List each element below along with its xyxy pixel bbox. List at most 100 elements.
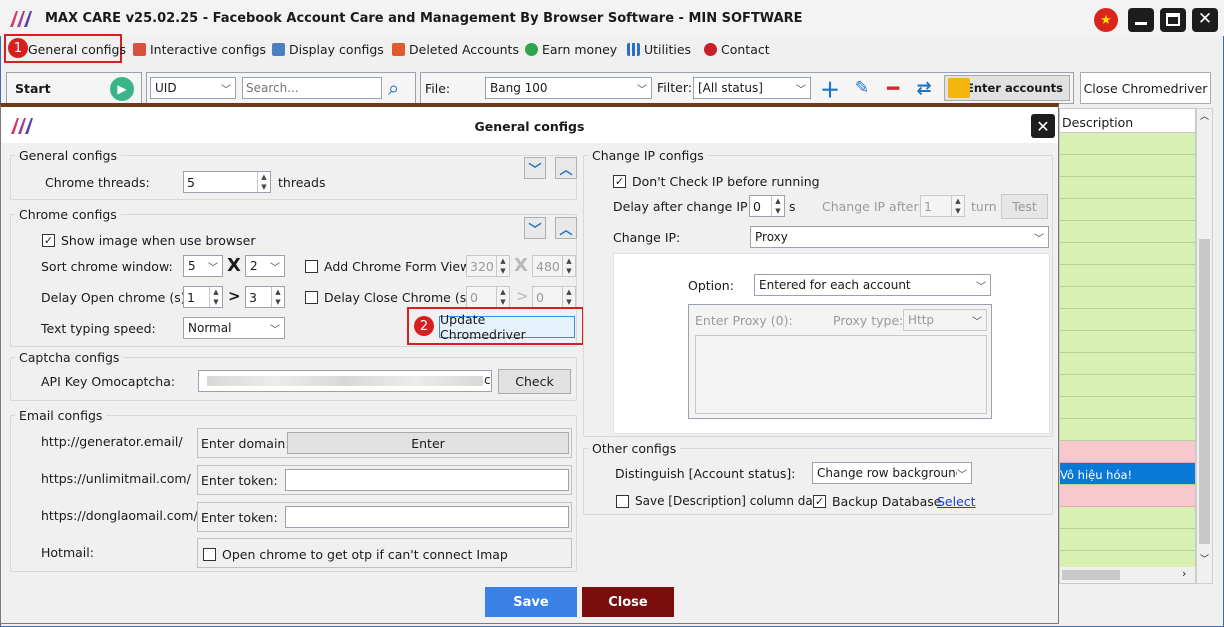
table-row[interactable]: [1060, 331, 1195, 353]
close-chromedriver-button[interactable]: Close Chromedriver: [1080, 72, 1211, 104]
dont-check-ip-checkbox[interactable]: ✓: [613, 175, 626, 188]
spinner-icon[interactable]: ▲ ▼: [562, 256, 575, 276]
table-row-selected[interactable]: Vô hiệu hóa!: [1060, 463, 1195, 485]
blurred-key: [207, 376, 483, 386]
spinner-icon[interactable]: ▲ ▼: [951, 196, 964, 216]
search-icon[interactable]: ⌕: [388, 77, 412, 101]
filter-select[interactable]: [All status] ﹀: [693, 77, 811, 99]
form-width-stepper[interactable]: 320 ▲ ▼: [466, 255, 510, 277]
add-form-view-checkbox[interactable]: [305, 260, 318, 273]
menu-earn-money[interactable]: Earn money: [525, 42, 617, 57]
table-row[interactable]: [1060, 177, 1195, 199]
chevron-right-icon[interactable]: ›: [1182, 567, 1186, 580]
menu-general-configs[interactable]: General configs: [28, 42, 126, 57]
table-row[interactable]: [1060, 287, 1195, 309]
table-row[interactable]: [1060, 199, 1195, 221]
table-row[interactable]: [1060, 243, 1195, 265]
table-row[interactable]: [1060, 221, 1195, 243]
chevron-up-icon[interactable]: ︿: [1198, 109, 1211, 122]
collapse-down-icon[interactable]: ﹀: [524, 157, 546, 179]
uid-select[interactable]: UID ﹀: [150, 77, 236, 99]
sort-cols-select[interactable]: 5 ﹀: [183, 255, 223, 277]
table-row[interactable]: [1060, 507, 1195, 529]
proxy-textarea[interactable]: [695, 335, 987, 414]
option-select[interactable]: Entered for each account ﹀: [754, 274, 991, 296]
refresh-icon[interactable]: ⇄: [911, 75, 937, 101]
donglaomail-token-input[interactable]: [285, 506, 569, 528]
minimize-button[interactable]: [1128, 8, 1154, 32]
spinner-icon[interactable]: ▲ ▼: [562, 287, 575, 307]
vietnam-flag-icon[interactable]: ★: [1094, 8, 1118, 32]
form-height-stepper[interactable]: 480 ▲ ▼: [532, 255, 576, 277]
spinner-icon[interactable]: ▲ ▼: [271, 287, 284, 307]
spinner-icon[interactable]: ▲ ▼: [771, 196, 784, 216]
backup-database-checkbox[interactable]: ✓: [813, 495, 826, 508]
menu-utilities[interactable]: Utilities: [627, 42, 691, 57]
table-row[interactable]: [1060, 419, 1195, 441]
collapse-down-icon[interactable]: ﹀: [524, 217, 546, 239]
change-ip-after-stepper[interactable]: 1 ▲ ▼: [920, 195, 965, 217]
dialog-close-icon[interactable]: ✕: [1031, 114, 1055, 138]
delay-open-to-stepper[interactable]: 3 ▲ ▼: [245, 286, 285, 308]
proxy-type-label: Proxy type:: [833, 313, 904, 328]
close-window-button[interactable]: ✕: [1192, 8, 1218, 32]
delay-close-from-stepper[interactable]: 0 ▲ ▼: [466, 286, 510, 308]
chevron-down-icon[interactable]: ﹀: [1198, 552, 1211, 565]
collapse-up-icon[interactable]: ︿: [555, 217, 577, 239]
distinguish-select[interactable]: Change row background ﹀: [812, 462, 972, 484]
add-icon[interactable]: ＋: [817, 75, 843, 102]
proxy-type-select[interactable]: Http ﹀: [903, 309, 987, 331]
test-button[interactable]: Test: [1001, 194, 1048, 219]
delay-close-to-stepper[interactable]: 0 ▲ ▼: [532, 286, 576, 308]
spinner-icon[interactable]: ▲ ▼: [209, 287, 222, 307]
table-row[interactable]: [1060, 375, 1195, 397]
typing-speed-select[interactable]: Normal ﹀: [183, 317, 285, 339]
table-row[interactable]: [1060, 155, 1195, 177]
save-description-checkbox[interactable]: [616, 495, 629, 508]
enter-domain-button[interactable]: Enter: [287, 432, 569, 454]
scrollbar-thumb[interactable]: [1062, 570, 1120, 580]
scrollbar-thumb[interactable]: [1199, 239, 1210, 544]
api-key-field[interactable]: c: [198, 370, 492, 392]
table-row[interactable]: [1060, 265, 1195, 287]
table-row[interactable]: [1060, 397, 1195, 419]
delay-close-checkbox[interactable]: [305, 291, 318, 304]
table-row[interactable]: [1060, 133, 1195, 155]
menu-display-configs[interactable]: Display configs: [272, 42, 384, 57]
select-link[interactable]: Select: [937, 494, 976, 509]
spinner-icon[interactable]: ▲ ▼: [257, 172, 270, 192]
vertical-scrollbar[interactable]: ︿ ﹀: [1196, 108, 1213, 584]
table-row[interactable]: [1060, 309, 1195, 331]
file-select[interactable]: Bang 100 ﹀: [485, 77, 652, 99]
edit-icon[interactable]: ✎: [849, 75, 875, 101]
delay-open-from-stepper[interactable]: 1 ▲ ▼: [183, 286, 223, 308]
check-button[interactable]: Check: [498, 369, 571, 394]
change-ip-select[interactable]: Proxy ﹀: [750, 226, 1049, 248]
collapse-up-icon[interactable]: ︿: [555, 157, 577, 179]
maximize-button[interactable]: [1160, 8, 1186, 32]
remove-icon[interactable]: ━: [880, 75, 906, 101]
close-button[interactable]: Close: [582, 587, 674, 617]
spinner-icon[interactable]: ▲ ▼: [496, 256, 509, 276]
update-chromedriver-button[interactable]: Update Chromedriver: [439, 312, 575, 342]
search-input[interactable]: [242, 77, 382, 99]
table-row[interactable]: [1060, 441, 1195, 463]
chevron-down-icon: ﹀: [221, 85, 231, 96]
chrome-threads-stepper[interactable]: 5 ▲ ▼: [183, 171, 271, 193]
sort-rows-select[interactable]: 2 ﹀: [245, 255, 285, 277]
table-row[interactable]: [1060, 485, 1195, 507]
show-image-checkbox[interactable]: ✓: [42, 234, 55, 247]
unlimitmail-token-input[interactable]: [285, 469, 569, 491]
start-play-icon[interactable]: ▶: [110, 77, 134, 101]
menu-deleted-accounts[interactable]: Deleted Accounts: [392, 42, 519, 57]
open-chrome-otp-checkbox[interactable]: [203, 548, 216, 561]
spinner-icon[interactable]: ▲ ▼: [496, 287, 509, 307]
table-row[interactable]: [1060, 353, 1195, 375]
menu-interactive-configs[interactable]: Interactive configs: [133, 42, 266, 57]
table-row[interactable]: [1060, 529, 1195, 551]
delay-change-ip-stepper[interactable]: 0 ▲ ▼: [749, 195, 785, 217]
menu-contact[interactable]: Contact: [704, 42, 770, 57]
enter-accounts-button[interactable]: Enter accounts: [944, 75, 1070, 101]
horizontal-scrollbar[interactable]: ›: [1060, 567, 1195, 583]
save-button[interactable]: Save: [485, 587, 577, 617]
